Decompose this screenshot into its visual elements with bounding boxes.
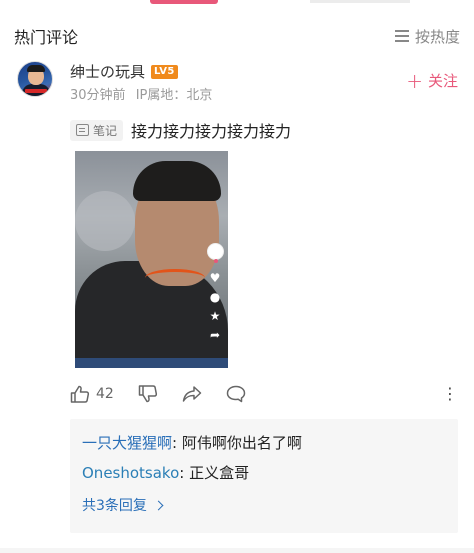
share-button[interactable] (182, 385, 202, 403)
username[interactable]: 绅士の玩具 (70, 61, 145, 82)
list-icon (394, 30, 409, 42)
more-options-icon[interactable]: ⋮ (442, 386, 458, 402)
thumbs-up-icon (70, 385, 90, 403)
comment-meta: 30分钟前 IP属地：北京 (70, 84, 212, 103)
plus-icon: + (406, 68, 423, 93)
inactive-tab-indicator (310, 0, 410, 3)
comment-time: 30分钟前 (70, 88, 126, 103)
ip-location: IP属地：北京 (135, 88, 213, 103)
video-overlay-icons: ♥ ● ★ ➦ (206, 243, 224, 341)
chevron-right-icon (153, 500, 164, 510)
reply-item[interactable]: Oneshotsako: 正义盒哥 (82, 461, 446, 491)
note-tag-label: 笔记 (93, 123, 118, 138)
share-icon: ➦ (209, 328, 221, 342)
note-tag[interactable]: 笔记 (70, 119, 124, 141)
section-title: 热门评论 (14, 28, 79, 47)
avatar[interactable] (17, 61, 53, 97)
follow-label: 关注 (427, 72, 458, 90)
view-more-replies-link[interactable]: 共3条回复 (82, 495, 446, 515)
sort-label: 按热度 (414, 27, 460, 46)
reply-button[interactable] (226, 385, 246, 403)
reply-author[interactable]: Oneshotsako (82, 464, 179, 482)
comment-actions: 42 ⋮ (70, 384, 458, 404)
comments-header: 热门评论 按热度 (14, 24, 460, 48)
sort-toggle[interactable]: 按热度 (394, 26, 460, 47)
note-icon (76, 124, 89, 136)
like-count: 42 (96, 386, 114, 402)
more-replies-label: 共3条回复 (82, 498, 147, 514)
comment-icon (226, 385, 246, 403)
share-icon (182, 386, 202, 402)
replies-panel: 一只大猩猩啊: 阿伟啊你出名了啊 Oneshotsako: 正义盒哥 共3条回复 (70, 419, 458, 533)
reply-text: 阿伟啊你出名了啊 (181, 434, 302, 452)
level-badge: LV5 (151, 64, 178, 79)
follow-button[interactable]: + 关注 (406, 70, 458, 91)
comment-text: 接力接力接力接力接力 (131, 122, 292, 141)
video-thumbnail[interactable]: ♥ ● ★ ➦ (75, 151, 228, 368)
active-tab-indicator (150, 0, 218, 4)
heart-icon: ♥ (209, 271, 221, 285)
reply-item[interactable]: 一只大猩猩啊: 阿伟啊你出名了啊 (82, 431, 446, 461)
divider (0, 548, 474, 553)
comment-icon: ● (209, 290, 221, 304)
like-button[interactable]: 42 (70, 385, 114, 403)
thumbs-down-icon (138, 385, 157, 403)
dislike-button[interactable] (138, 385, 158, 403)
comment-author[interactable]: 绅士の玩具 LV5 (70, 61, 178, 82)
star-icon: ★ (209, 309, 221, 323)
comment-body: 笔记 接力接力接力接力接力 (70, 118, 291, 142)
avatar (206, 243, 224, 263)
reply-author[interactable]: 一只大猩猩啊 (82, 434, 172, 452)
reply-text: 正义盒哥 (189, 464, 250, 482)
